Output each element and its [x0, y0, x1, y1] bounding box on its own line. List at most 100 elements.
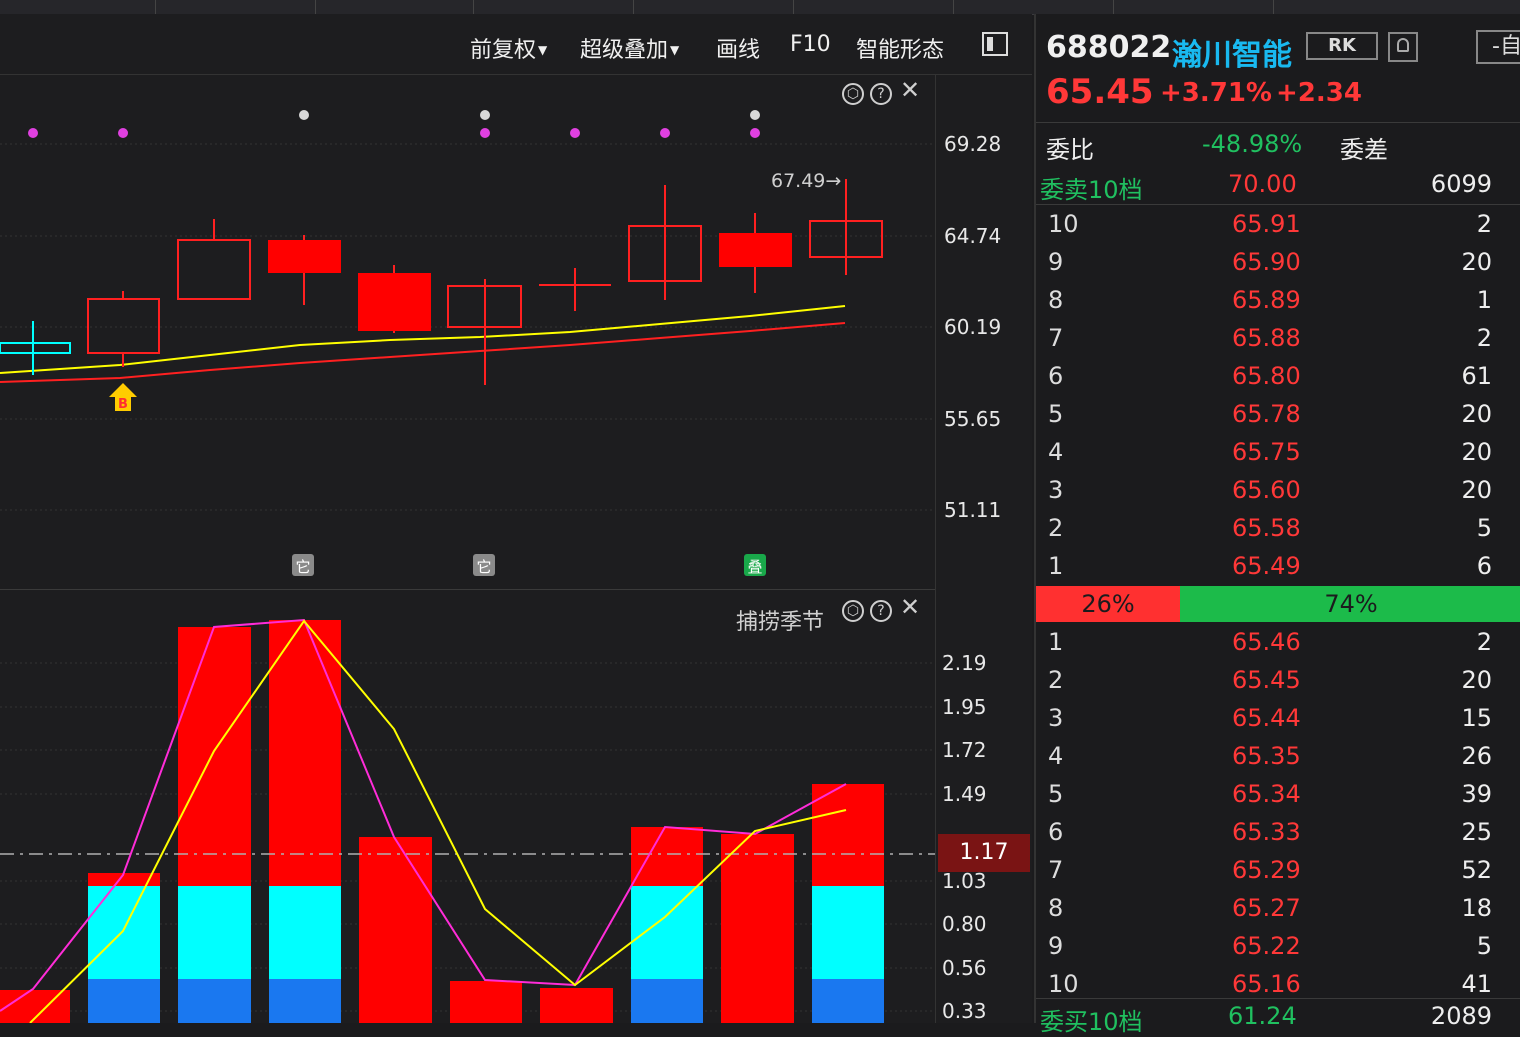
settings-icon[interactable]: ⬡ [842, 83, 864, 105]
close-icon[interactable]: ✕ [900, 78, 920, 102]
indicator-bar[interactable] [88, 873, 160, 1023]
orderbook-volume: 26 [1461, 742, 1492, 770]
event-marker-icon[interactable]: 叠 [744, 554, 766, 576]
candle[interactable] [358, 265, 431, 333]
orderbook-level: 10 [1048, 970, 1079, 998]
top-tab[interactable] [0, 0, 156, 14]
event-marker-icon[interactable]: 它 [473, 554, 495, 576]
orderbook-price: 65.22 [1232, 932, 1301, 960]
buy10-label[interactable]: 委买10档 [1040, 1002, 1143, 1037]
orderbook-price: 65.88 [1232, 324, 1301, 352]
candle[interactable] [809, 179, 883, 275]
orderbook-price: 65.75 [1232, 438, 1301, 466]
top-tab[interactable] [1113, 0, 1274, 14]
rk-button[interactable]: RK [1306, 32, 1378, 60]
overlay-dropdown[interactable]: 超级叠加 ▼ [580, 32, 679, 64]
orderbook-level: 6 [1048, 362, 1064, 390]
orderbook-price: 65.60 [1232, 476, 1301, 504]
kline-panel[interactable]: B 67.49→ 它 它 叠 ⬡? ✕ [0, 75, 935, 590]
orderbook-price: 65.35 [1232, 742, 1301, 770]
indicator-bar[interactable] [540, 988, 613, 1023]
svg-text:叠: 叠 [747, 558, 762, 576]
orderbook-price: 65.16 [1232, 970, 1301, 998]
indicator-bar[interactable] [359, 837, 432, 1023]
indicator-bar[interactable] [812, 784, 884, 1023]
buy-signal-icon[interactable]: B [109, 383, 137, 412]
top-tab[interactable] [793, 0, 954, 14]
close-icon[interactable]: ✕ [900, 595, 920, 619]
orderbook-level: 3 [1048, 476, 1064, 504]
orderbook-price: 65.91 [1232, 210, 1301, 238]
sell10-label[interactable]: 委卖10档 [1040, 170, 1143, 205]
orderbook-volume: 20 [1461, 666, 1492, 694]
kline-chart: B 67.49→ 它 它 叠 [0, 110, 935, 576]
sell-ratio-bar: 74% [1180, 586, 1520, 622]
divider [1036, 998, 1520, 999]
change-amount: +2.34 [1276, 78, 1362, 108]
orderbook-level: 9 [1048, 932, 1064, 960]
bell-icon[interactable] [1388, 32, 1418, 62]
svg-text:B: B [118, 397, 128, 412]
event-marker-icon[interactable]: 它 [292, 554, 314, 576]
f10-button[interactable]: F10 [790, 32, 831, 57]
chart-toolbar: 前复权 ▼ 超级叠加 ▼ 画线 F10 智能形态 [0, 14, 1032, 75]
orderbook-volume: 20 [1461, 248, 1492, 276]
help-icon[interactable]: ? [870, 600, 892, 622]
price-tick: 69.28 [944, 132, 1002, 156]
candle[interactable] [539, 268, 611, 311]
top-tab[interactable] [633, 0, 794, 14]
help-icon[interactable]: ? [870, 83, 892, 105]
orderbook-level: 7 [1048, 324, 1064, 352]
current-value-badge: 1.17 [938, 834, 1030, 872]
orderbook-level: 9 [1048, 248, 1064, 276]
kline-panel-controls: ⬡? ✕ [836, 78, 920, 105]
sell10-price: 70.00 [1228, 170, 1297, 198]
indicator-tick: 0.56 [942, 956, 987, 980]
layout-toggle-icon[interactable] [982, 32, 1008, 56]
indicator-bar[interactable] [631, 827, 703, 1023]
orderbook-price: 65.78 [1232, 400, 1301, 428]
indicator-tick: 2.19 [942, 651, 987, 675]
weicha-label: 委差 [1340, 136, 1388, 164]
add-self-select-button[interactable]: -自 [1476, 30, 1520, 64]
candle[interactable] [628, 185, 702, 300]
candle[interactable] [719, 213, 792, 293]
top-tab[interactable] [315, 0, 474, 14]
adjust-label: 前复权 [470, 38, 537, 63]
orderbook-volume: 1 [1476, 286, 1492, 314]
orderbook-volume: 5 [1476, 932, 1492, 960]
quote-panel: 688022 瀚川智能 RK -自 65.45 +3.71% +2.34 委比 … [1034, 14, 1520, 1036]
overlay-label: 超级叠加 [580, 38, 669, 63]
pattern-button[interactable]: 智能形态 [856, 32, 944, 64]
orderbook-level: 4 [1048, 438, 1064, 466]
orderbook-price: 65.45 [1232, 666, 1301, 694]
top-tab[interactable] [953, 0, 1114, 14]
draw-button[interactable]: 画线 [716, 32, 760, 64]
sell10-volume: 6099 [1430, 170, 1492, 198]
indicator-panel[interactable] [0, 591, 935, 1023]
candle[interactable] [268, 235, 341, 305]
price-tick: 64.74 [944, 224, 1002, 248]
top-tab[interactable] [473, 0, 634, 14]
orderbook-volume: 52 [1461, 856, 1492, 884]
settings-icon[interactable]: ⬡ [842, 600, 864, 622]
orderbook-volume: 25 [1461, 818, 1492, 846]
orderbook-volume: 61 [1461, 362, 1492, 390]
top-tab[interactable] [155, 0, 316, 14]
indicator-bar[interactable] [450, 981, 522, 1023]
indicator-tick: 1.72 [942, 738, 987, 762]
signal-dots [28, 110, 760, 138]
candle[interactable] [87, 291, 160, 367]
candle[interactable] [0, 321, 71, 375]
orderbook-volume: 2 [1476, 210, 1492, 238]
indicator-bar[interactable] [269, 620, 341, 1023]
orderbook-price: 65.29 [1232, 856, 1301, 884]
orderbook-level: 1 [1048, 552, 1064, 580]
candle[interactable] [447, 279, 522, 385]
candle[interactable] [177, 219, 251, 300]
orderbook-level: 2 [1048, 666, 1064, 694]
indicator-bar[interactable] [178, 627, 251, 1023]
stock-name[interactable]: 瀚川智能 [1172, 30, 1292, 74]
indicator-bar[interactable] [721, 834, 794, 1023]
adjust-dropdown[interactable]: 前复权 ▼ [470, 32, 547, 64]
